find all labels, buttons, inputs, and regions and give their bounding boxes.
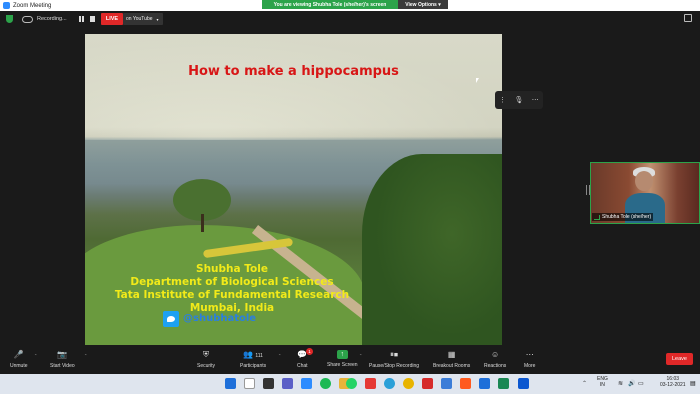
window-title: Zoom Meeting: [13, 2, 52, 9]
live-destination-label: on YouTube: [126, 16, 153, 22]
participants-label: Participants: [240, 363, 267, 369]
todo-icon[interactable]: [441, 378, 452, 389]
twitter-icon: [163, 310, 179, 327]
recording-label: Recording...: [37, 16, 67, 22]
unmute-button[interactable]: 🎤 Unmute: [10, 350, 28, 369]
app-icon[interactable]: [365, 378, 376, 389]
screen-share-banner: You are viewing Shubha Tole (she/her)'s …: [262, 0, 448, 9]
shared-screen-slide: How to make a hippocampus Shubha Tole De…: [85, 34, 502, 345]
signal-icon: [594, 214, 600, 220]
floating-audio-controls: ⋮ 🎙 ⋯: [495, 91, 543, 109]
share-screen-icon: ↑: [336, 350, 348, 359]
fullscreen-icon[interactable]: [684, 14, 692, 22]
word-icon[interactable]: [479, 378, 490, 389]
whatsapp-icon[interactable]: [346, 378, 357, 389]
brave-icon[interactable]: [460, 378, 471, 389]
drag-handle-icon[interactable]: ⋮: [499, 96, 506, 104]
live-destination-dropdown[interactable]: on YouTube ▾: [123, 13, 163, 25]
slide-title: How to make a hippocampus: [188, 64, 399, 79]
more-icon[interactable]: ⋯: [532, 96, 539, 104]
language-indicator[interactable]: ENG IN: [597, 376, 608, 388]
credit-line: Department of Biological Sciences: [130, 276, 334, 288]
video-off-icon: 📷: [57, 350, 68, 359]
participant-name-label: Shubha Tole (she/her): [592, 213, 654, 221]
view-options-label: View Options: [405, 1, 437, 8]
unmute-label: Unmute: [10, 363, 28, 369]
participants-icon: 👥 111: [243, 350, 263, 359]
clock-date: 03-12-2021: [660, 382, 686, 388]
credit-line: Shubha Tole: [196, 263, 268, 275]
more-label: More: [524, 363, 536, 369]
app-icon[interactable]: [422, 378, 433, 389]
security-label: Security: [197, 363, 216, 369]
chrome-icon[interactable]: [403, 378, 414, 389]
microphone-muted-icon: 🎤: [13, 350, 24, 359]
share-screen-label: Share Screen: [327, 362, 358, 368]
recording-indicator: Recording...: [22, 13, 67, 25]
more-button[interactable]: ⋯ More: [524, 350, 535, 369]
participants-chevron-icon[interactable]: ⌃: [278, 353, 281, 358]
reactions-label: Reactions: [484, 363, 507, 369]
wifi-icon[interactable]: ≋: [618, 380, 624, 387]
chevron-down-icon: ▾: [156, 16, 159, 22]
battery-icon[interactable]: ▭: [638, 380, 644, 387]
reactions-icon: ☺: [491, 350, 500, 359]
participant-face: [635, 171, 653, 191]
notifications-icon[interactable]: ▤: [690, 380, 696, 387]
view-options-button[interactable]: View Options ▾: [398, 0, 448, 9]
language-region: IN: [599, 382, 605, 388]
app-icon[interactable]: [518, 378, 529, 389]
recording-control-label: Pause/Stop Recording: [369, 363, 420, 369]
chat-label: Chat: [297, 363, 308, 369]
share-screen-button[interactable]: ↑ Share Screen: [327, 350, 358, 368]
tree-trunk: [201, 214, 204, 232]
edge-icon[interactable]: [384, 378, 395, 389]
zoom-app-icon: [3, 2, 10, 9]
participants-button[interactable]: 👥 111 Participants: [240, 350, 266, 369]
pause-recording-icon[interactable]: [79, 16, 84, 22]
start-video-button[interactable]: 📷 Start Video: [50, 350, 75, 369]
leave-button[interactable]: Leave: [666, 353, 693, 365]
clock[interactable]: 16:03 03-12-2021: [660, 376, 686, 388]
breakout-rooms-icon: ▦: [447, 350, 456, 359]
microphone-icon[interactable]: 🎙: [515, 96, 524, 104]
pause-stop-recording-button[interactable]: ⏸⏹ Pause/Stop Recording: [369, 350, 419, 369]
twitter-credit: @shubhatole: [163, 310, 256, 327]
volume-icon[interactable]: 🔊: [628, 380, 635, 387]
reactions-button[interactable]: ☺ Reactions: [484, 350, 506, 369]
participant-name: Shubha Tole (she/her): [602, 214, 652, 220]
share-options-chevron-icon[interactable]: ⌃: [359, 353, 362, 358]
breakout-rooms-label: Breakout Rooms: [433, 363, 471, 369]
more-icon: ⋯: [525, 350, 534, 359]
slide-credits: Shubha Tole Department of Biological Sci…: [112, 263, 352, 315]
chevron-up-icon[interactable]: ⌃: [582, 380, 588, 387]
shield-icon[interactable]: [6, 15, 13, 23]
start-video-label: Start Video: [50, 363, 75, 369]
cloud-icon: [22, 15, 33, 23]
live-badge[interactable]: LIVE: [101, 13, 123, 25]
chat-unread-badge: 1: [306, 348, 313, 355]
windows-start-icon[interactable]: [225, 378, 236, 389]
credit-line: Tata Institute of Fundamental Research: [114, 289, 350, 301]
tree-canopy: [362, 154, 502, 345]
video-options-chevron-icon[interactable]: ⌃: [84, 353, 87, 358]
search-icon[interactable]: [244, 378, 255, 389]
shield-icon: ⛨: [203, 350, 210, 359]
zoom-icon[interactable]: [301, 378, 312, 389]
participants-count: 111: [255, 353, 263, 359]
spotify-icon[interactable]: [320, 378, 331, 389]
sky-haze: [85, 34, 502, 140]
stop-recording-icon[interactable]: [90, 16, 95, 22]
breakout-rooms-button[interactable]: ▦ Breakout Rooms: [433, 350, 470, 369]
mouse-cursor-icon: [476, 78, 479, 83]
viewing-screen-message: You are viewing Shubha Tole (she/her)'s …: [262, 0, 398, 9]
security-button[interactable]: ⛨ Security: [197, 350, 215, 369]
pause-stop-icon: ⏸⏹: [390, 350, 399, 359]
task-view-icon[interactable]: [263, 378, 274, 389]
audio-options-chevron-icon[interactable]: ⌃: [34, 353, 37, 358]
app-icon[interactable]: [498, 378, 509, 389]
teams-icon[interactable]: [282, 378, 293, 389]
twitter-handle: @shubhatole: [183, 313, 257, 324]
